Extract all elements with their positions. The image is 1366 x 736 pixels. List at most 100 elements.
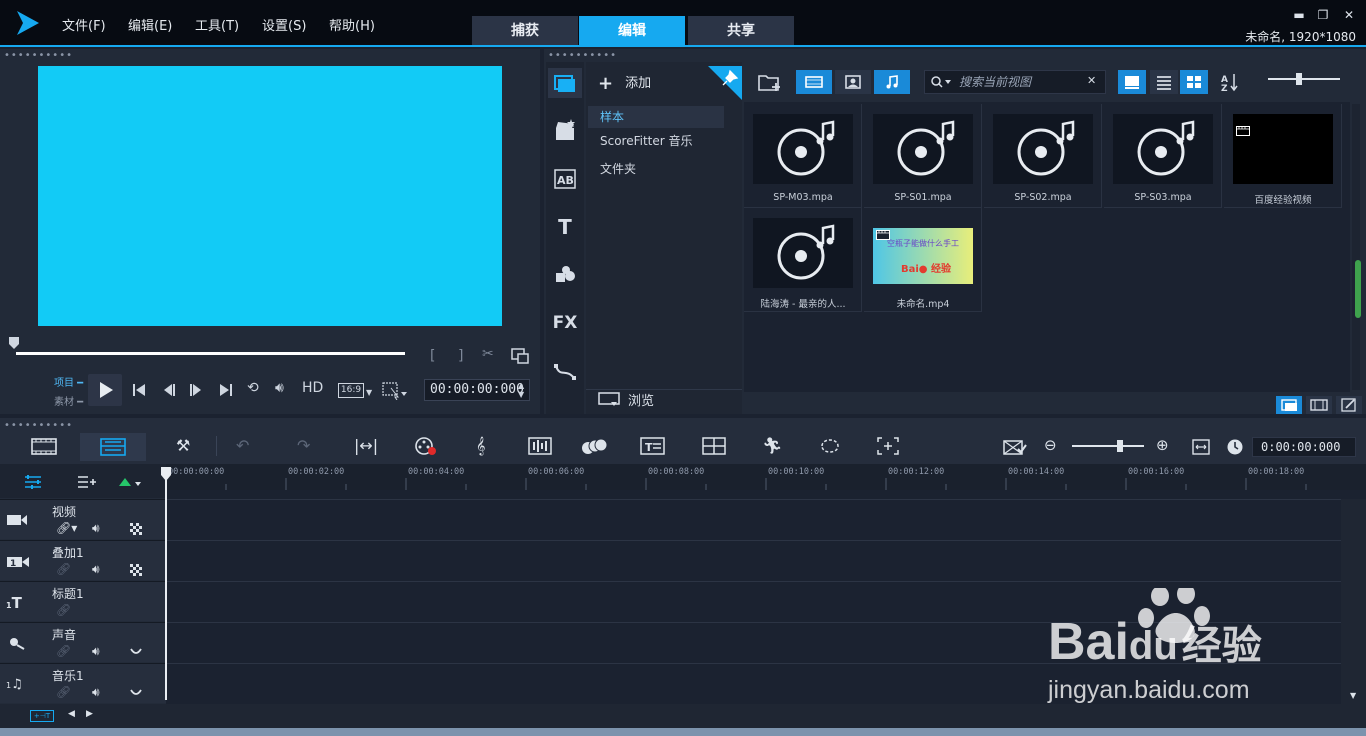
- close-button[interactable]: ✕: [1340, 6, 1358, 24]
- undo-icon[interactable]: ↶: [236, 436, 249, 455]
- track-header-music[interactable]: 1♫ 音乐1 🔗︎ 🔊︎: [0, 663, 166, 703]
- scrub-handle[interactable]: [8, 336, 20, 350]
- timeline-zoom-slider[interactable]: [1072, 445, 1144, 447]
- sound-mixer-icon[interactable]: 𝄞: [476, 436, 485, 456]
- link-icon[interactable]: 🔗︎▾: [56, 521, 77, 535]
- mark-in-icon[interactable]: [: [430, 348, 435, 364]
- multi-camera-icon[interactable]: [702, 436, 726, 456]
- edit-properties-button[interactable]: [1336, 396, 1362, 414]
- fit-project-icon[interactable]: [1192, 438, 1210, 456]
- media-item[interactable]: 空瓶子能做什么手工 Bai● 经验 未命名.mp4: [864, 208, 982, 312]
- scroll-down-icon[interactable]: ▼: [1350, 691, 1356, 700]
- clip-mode-label[interactable]: 素材 ━: [54, 393, 83, 408]
- waveform-toggle-icon[interactable]: [130, 688, 142, 698]
- panel-grip[interactable]: ••••••••••: [4, 50, 73, 61]
- hd-preview-button[interactable]: HD: [302, 380, 323, 396]
- menu-tools[interactable]: 工具(T): [195, 15, 239, 34]
- storyboard-view-icon[interactable]: [26, 434, 62, 458]
- library-panel-mode-button[interactable]: [1276, 396, 1302, 414]
- scrub-bar[interactable]: [16, 352, 405, 355]
- instant-project-icon[interactable]: [548, 116, 582, 146]
- folder-item-folder[interactable]: 文件夹: [588, 158, 724, 180]
- mute-icon[interactable]: 🔊︎: [92, 644, 100, 659]
- thumbnail-view-button[interactable]: [1118, 70, 1146, 94]
- playhead-line[interactable]: [165, 470, 167, 700]
- pin-icon[interactable]: [708, 66, 742, 100]
- auto-music-icon[interactable]: [528, 436, 554, 456]
- media-item[interactable]: 百度经验视频: [1224, 104, 1342, 208]
- track-header-overlay[interactable]: 1 叠加1 🔗︎ 🔊︎: [0, 540, 166, 580]
- scroll-left-icon[interactable]: ◀: [68, 709, 75, 719]
- show-audio-button[interactable]: [874, 70, 910, 94]
- add-track-icon[interactable]: [76, 474, 98, 490]
- grid-view-button[interactable]: [1180, 70, 1208, 94]
- thumbnail-size-slider[interactable]: [1268, 78, 1340, 80]
- zoom-out-icon[interactable]: ⊖: [1044, 436, 1057, 454]
- link-icon[interactable]: 🔗︎: [56, 603, 71, 617]
- toolbox-icon[interactable]: ⚒: [176, 436, 190, 455]
- redo-icon[interactable]: ↷: [297, 436, 310, 455]
- transparency-icon[interactable]: [130, 523, 142, 535]
- link-icon[interactable]: 🔗︎: [56, 644, 71, 658]
- clock-icon[interactable]: [1226, 438, 1244, 456]
- library-grip[interactable]: ••••••••••: [548, 50, 617, 61]
- minimize-button[interactable]: ▬: [1290, 6, 1308, 24]
- sort-icon[interactable]: AZ: [1220, 72, 1240, 92]
- mask-creator-icon[interactable]: [818, 436, 842, 456]
- library-scroll-thumb[interactable]: [1355, 260, 1361, 318]
- play-button[interactable]: [88, 374, 122, 406]
- timeline-zoom-handle[interactable]: [1117, 440, 1123, 452]
- go-to-end-icon[interactable]: [219, 383, 233, 397]
- media-item[interactable]: SP-M03.mpa: [744, 104, 862, 208]
- subtitle-editor-icon[interactable]: T: [640, 436, 666, 456]
- media-item[interactable]: SP-S03.mpa: [1104, 104, 1222, 208]
- track-lane-overlay[interactable]: [167, 540, 1341, 580]
- previous-frame-icon[interactable]: [162, 383, 176, 397]
- aspect-dropdown-icon[interactable]: ▼: [366, 388, 372, 397]
- timeline-grip[interactable]: ••••••••••: [4, 420, 73, 431]
- waveform-toggle-icon[interactable]: [130, 647, 142, 657]
- track-lane-video[interactable]: [167, 499, 1341, 539]
- mini-view-icon[interactable]: +⊣T: [30, 710, 54, 722]
- menu-file[interactable]: 文件(F): [62, 15, 106, 34]
- title-icon[interactable]: T: [548, 212, 582, 242]
- go-to-start-icon[interactable]: [132, 383, 146, 397]
- record-capture-icon[interactable]: [414, 436, 438, 456]
- transition-icon[interactable]: AB: [548, 164, 582, 194]
- timecode-stepper-icon[interactable]: ▲ ▼: [518, 381, 524, 399]
- restore-button[interactable]: ❐: [1314, 6, 1332, 24]
- mute-icon[interactable]: 🔊︎: [92, 562, 100, 577]
- filter-fx-icon[interactable]: FX: [548, 308, 582, 338]
- tab-share[interactable]: 共享: [688, 16, 794, 46]
- motion-tracking-icon[interactable]: [580, 438, 608, 456]
- display-mode-icon[interactable]: [382, 382, 408, 400]
- link-icon[interactable]: 🔗︎: [56, 685, 71, 699]
- link-icon[interactable]: 🔗︎: [56, 562, 71, 576]
- menu-help[interactable]: 帮助(H): [329, 15, 375, 34]
- library-scrollbar[interactable]: [1352, 104, 1360, 390]
- graphics-icon[interactable]: [548, 260, 582, 290]
- track-header-title[interactable]: 1T 标题1 🔗︎: [0, 581, 166, 621]
- split-clip-icon[interactable]: ✂: [482, 346, 494, 362]
- add-folder-button[interactable]: + 添加: [598, 72, 651, 94]
- smart-proxy-icon[interactable]: [1002, 437, 1028, 457]
- thumbnail-size-handle[interactable]: [1296, 73, 1302, 85]
- scroll-right-icon[interactable]: ▶: [86, 709, 93, 719]
- zoom-in-icon[interactable]: ⊕: [1156, 436, 1169, 454]
- aspect-ratio-button[interactable]: 16:9: [338, 383, 364, 398]
- time-remapping-icon[interactable]: 🏃︎: [762, 436, 782, 455]
- tab-edit[interactable]: 编辑: [579, 16, 685, 46]
- track-header-video[interactable]: 视频 🔗︎▾ 🔊︎: [0, 499, 166, 539]
- mute-icon[interactable]: 🔊︎: [92, 521, 100, 536]
- transparency-icon[interactable]: [130, 564, 142, 576]
- menu-settings[interactable]: 设置(S): [262, 15, 306, 34]
- show-videos-button[interactable]: [796, 70, 832, 94]
- clear-search-icon[interactable]: ✕: [1087, 74, 1096, 87]
- fit-to-window-icon[interactable]: |↔|: [354, 436, 378, 455]
- folder-item-scorefitter[interactable]: ScoreFitter 音乐: [588, 130, 724, 152]
- browse-button[interactable]: 浏览: [598, 390, 654, 409]
- timeline-scrollbar[interactable]: [1341, 499, 1366, 704]
- repeat-icon[interactable]: ⟲: [247, 380, 259, 396]
- library-options-button[interactable]: [1306, 396, 1332, 414]
- media-item[interactable]: SP-S02.mpa: [984, 104, 1102, 208]
